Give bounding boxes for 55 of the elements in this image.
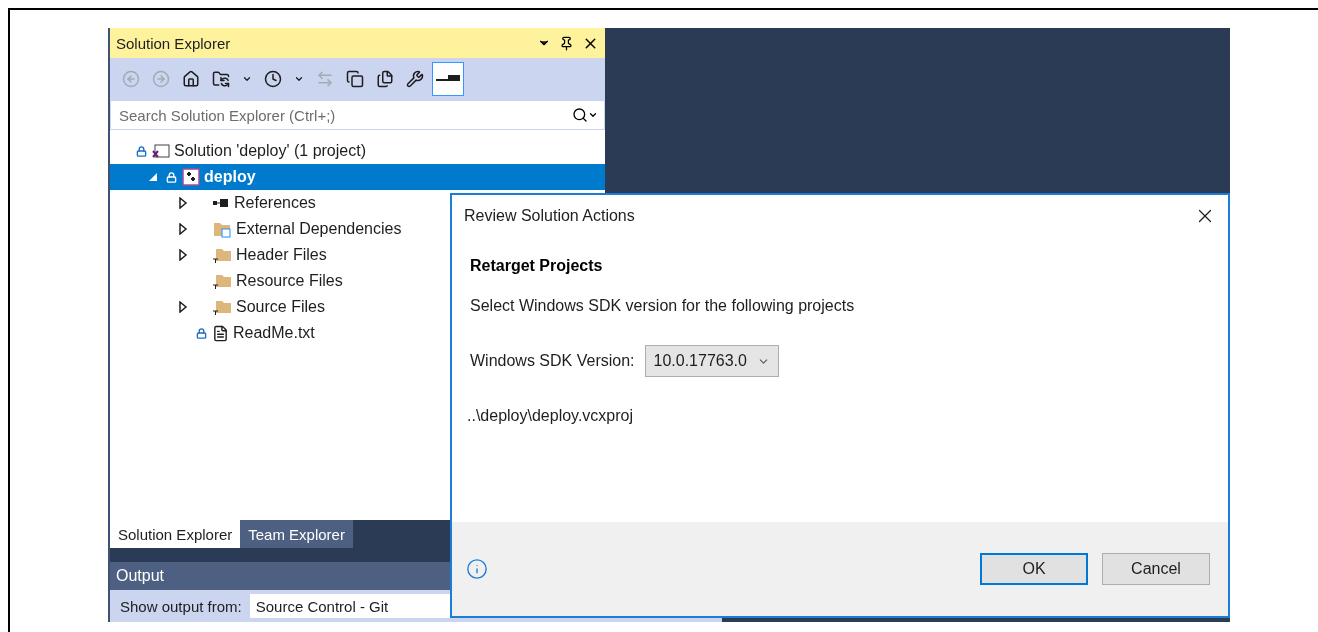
clock-icon <box>264 70 282 88</box>
caret-icon[interactable] <box>588 110 598 120</box>
files-icon <box>376 70 394 88</box>
pin-icon[interactable] <box>559 35 574 51</box>
back-icon <box>122 70 140 88</box>
sync-icon <box>316 70 334 88</box>
dialog-button[interactable]: Cancel <box>1102 553 1210 585</box>
expand-arrow-icon[interactable] <box>178 197 188 209</box>
search-box[interactable]: Search Solution Explorer (Ctrl+;) <box>110 100 605 130</box>
tree-item-label: Header Files <box>236 246 327 264</box>
home-icon <box>182 70 200 88</box>
collapse-icon <box>346 70 364 88</box>
folder-icon <box>212 220 232 238</box>
show-output-label: Show output from: <box>120 597 242 615</box>
info-icon[interactable] <box>466 558 488 580</box>
wrench-icon <box>406 70 424 88</box>
tree-item-label: deploy <box>204 168 256 186</box>
references-icon <box>212 198 230 208</box>
caret-icon <box>242 74 252 84</box>
tree-item-label: External Dependencies <box>236 220 402 238</box>
project-path: ..\deploy\deploy.vcxproj <box>467 407 634 425</box>
tree-item-label: References <box>234 194 316 212</box>
dialog-heading: Retarget Projects <box>470 257 604 275</box>
dialog-button[interactable]: OK <box>980 553 1088 585</box>
document-icon <box>212 324 229 342</box>
tree-item[interactable]: ReadMe.txt <box>110 320 605 346</box>
tree-item[interactable]: deploy <box>110 164 605 190</box>
dialog-title: Review Solution Actions <box>464 207 635 225</box>
expand-arrow-icon[interactable] <box>178 223 188 235</box>
tab[interactable]: Team Explorer <box>240 520 353 548</box>
tree-item-label: ReadMe.txt <box>233 324 315 342</box>
expand-arrow-icon[interactable] <box>178 249 188 261</box>
tree-item[interactable]: Solution 'deploy' (1 project) <box>110 138 605 164</box>
tree-item-label: Resource Files <box>236 272 343 290</box>
dialog-description: Select Windows SDK version for the following projects <box>470 297 856 315</box>
preview-icon <box>436 75 460 83</box>
tab[interactable]: Solution Explorer <box>110 520 241 548</box>
sdk-version-dropdown[interactable]: 10.0.17763.0 <box>644 345 779 377</box>
folder-icon <box>212 298 232 316</box>
tree-item-label: Source Files <box>236 298 325 316</box>
forward-icon <box>152 70 170 88</box>
caret-icon <box>294 74 304 84</box>
expand-arrow-icon[interactable] <box>178 301 188 313</box>
folder-icon <box>212 272 232 290</box>
folder-icon <box>212 246 232 264</box>
solution-icon <box>152 143 170 159</box>
panel-title: Solution Explorer <box>116 34 232 52</box>
sdk-version-label: Windows SDK Version: <box>470 352 635 370</box>
tree-item-label: Solution 'deploy' (1 project) <box>174 142 366 160</box>
search-icon[interactable] <box>572 107 588 123</box>
toolbar-button[interactable] <box>432 62 464 96</box>
output-title: Output <box>116 567 165 585</box>
folder-sync-icon <box>212 70 230 88</box>
expanded-arrow-icon[interactable] <box>148 171 158 183</box>
project-icon <box>182 168 200 186</box>
